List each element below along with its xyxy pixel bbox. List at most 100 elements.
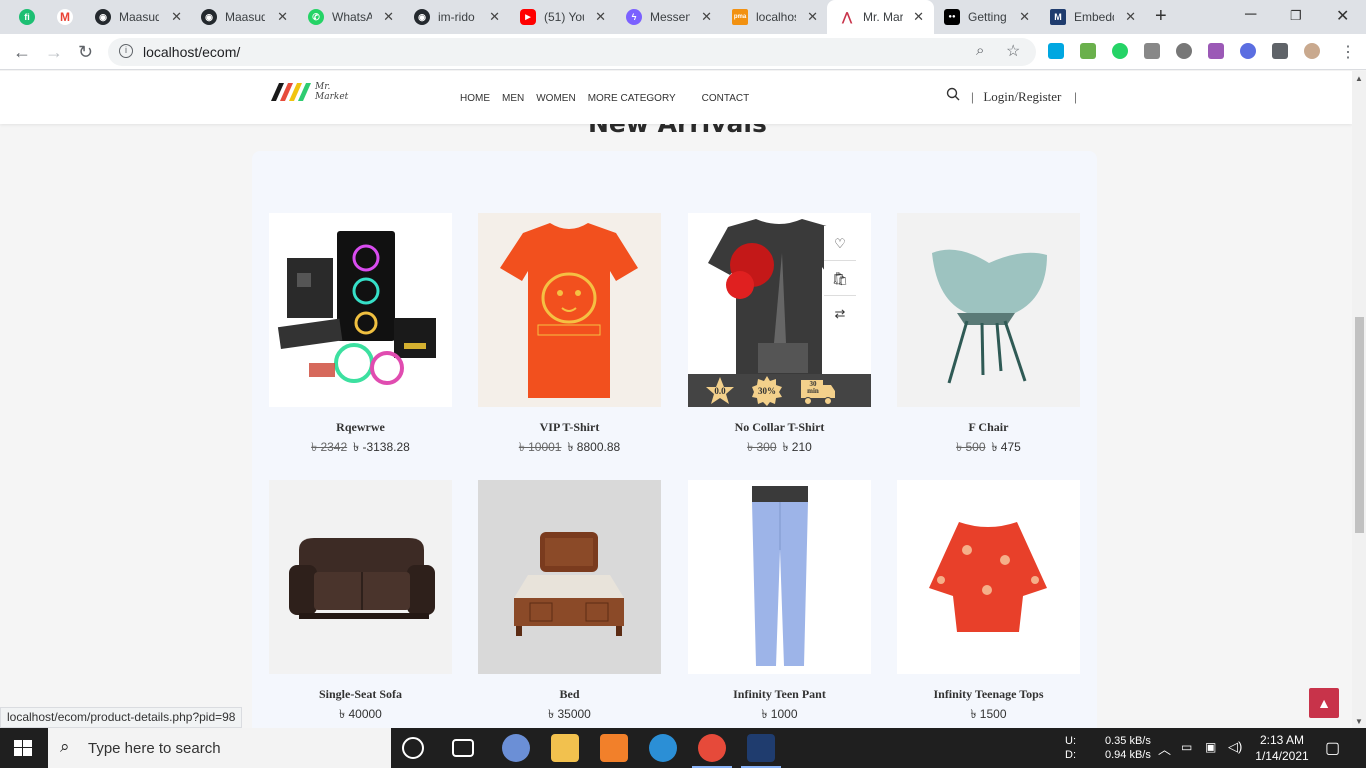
taskbar-search-box[interactable]: ⌕ Type here to search [48,728,391,768]
forward-arrow-icon[interactable]: → [45,42,63,63]
tab-close-icon[interactable]: ✕ [701,9,712,25]
edge-icon[interactable] [649,734,677,762]
nav-men[interactable]: MEN [502,93,524,104]
new-tab-plus-icon[interactable]: + [1155,5,1167,28]
old-price: ৳ 500 [956,440,986,454]
header-separator: | [971,89,974,104]
close-window-icon[interactable]: ✕ [1336,6,1349,26]
reload-icon[interactable]: ↻ [78,42,93,63]
site-header: Mr. Market HOME MEN WOMEN MORE CATEGORY … [0,71,1352,124]
product-image[interactable] [269,480,452,674]
minimize-icon[interactable]: ─ [1245,6,1256,24]
product-image[interactable] [478,213,661,407]
file-explorer-icon[interactable] [551,734,579,762]
wishlist-heart-icon[interactable]: ♡ [824,226,856,261]
volume-icon[interactable]: ◁) [1228,739,1242,755]
tab-close-icon[interactable]: ✕ [1125,9,1136,25]
nav-women[interactable]: WOMEN [536,93,575,104]
tab-close-icon[interactable]: ✕ [171,9,182,25]
cortana-icon[interactable] [402,737,424,759]
scroll-thumb[interactable] [1355,317,1364,533]
add-to-cart-bag-icon[interactable]: 🛍 [824,261,856,296]
network-icon[interactable]: ▣ [1205,740,1216,754]
product-name[interactable]: Bed [478,687,661,702]
extension-inbox-icon[interactable] [1080,43,1096,59]
tab-close-icon[interactable]: ✕ [489,9,500,25]
notifications-icon[interactable]: ▢ [1325,738,1340,758]
tab-close-icon[interactable]: ✕ [1019,9,1030,25]
tab-whatsapp[interactable]: ✆ WhatsA ✕ [298,0,404,34]
qbittorrent-icon[interactable] [502,734,530,762]
tab-label: localhos [756,10,796,24]
embed-app-icon[interactable] [741,734,781,768]
extension-s-icon[interactable] [1208,43,1224,59]
windows-start-icon[interactable] [14,740,32,756]
product-name[interactable]: F Chair [897,420,1080,435]
tab-github-3[interactable]: ◉ im-rido ✕ [404,0,510,34]
tab-github-1[interactable]: ◉ Maasuq ✕ [86,0,192,34]
tab-close-icon[interactable]: ✕ [595,9,606,25]
product-name[interactable]: Infinity Teenage Tops [897,687,1080,702]
tab-close-icon[interactable]: ✕ [277,9,288,25]
search-icon[interactable] [946,87,960,104]
nav-home[interactable]: HOME [460,93,490,104]
extension-whatsapp-icon[interactable] [1112,43,1128,59]
tab-close-icon[interactable]: ✕ [807,9,818,25]
back-arrow-icon[interactable]: ← [13,42,31,63]
tab-youtube[interactable]: ▶ (51) You ✕ [510,0,616,34]
product-image[interactable] [478,480,661,674]
profile-avatar[interactable] [1304,43,1320,59]
tab-fiverr[interactable]: fi [8,0,48,34]
product-image[interactable] [688,480,871,674]
nav-more-category[interactable]: MORE CATEGORY [588,93,676,104]
extension-puzzle-icon[interactable] [1144,43,1160,59]
tab-mr-market[interactable]: ⋀ Mr. Mar ✕ [827,0,934,34]
tab-close-icon[interactable]: ✕ [913,9,924,25]
clock[interactable]: 2:13 AM 1/14/2021 [1254,733,1310,763]
extension-shield-icon[interactable] [1048,43,1064,59]
product-image[interactable]: ♡ 🛍 ⇄ 0.0 30% 30 min [688,213,871,407]
extension-history-icon[interactable] [1176,43,1192,59]
compare-shuffle-icon[interactable]: ⇄ [824,296,856,331]
xampp-icon[interactable] [600,734,628,762]
zoom-icon[interactable]: ⌕ [976,42,984,59]
bookmark-star-icon[interactable]: ☆ [1006,41,1020,61]
tab-messenger[interactable]: ϟ Messen ✕ [616,0,722,34]
product-image[interactable] [269,213,452,407]
github-icon: ◉ [95,9,111,25]
product-name[interactable]: VIP T-Shirt [478,420,661,435]
restore-icon[interactable]: ❐ [1290,8,1302,24]
tab-phpmyadmin[interactable]: pma localhos ✕ [722,0,828,34]
scroll-down-arrow-icon[interactable]: ▼ [1355,717,1363,726]
url-text[interactable]: localhost/ecom/ [143,44,240,60]
chrome-icon[interactable] [692,734,732,768]
product-name[interactable]: Infinity Teen Pant [688,687,871,702]
site-logo[interactable]: Mr. Market [271,79,353,105]
scroll-up-arrow-icon[interactable]: ▲ [1355,74,1363,83]
omnibox[interactable]: i localhost/ecom/ ⌕ ☆ [108,38,1036,66]
nav-contact[interactable]: CONTACT [702,93,750,104]
product-price: ৳ 35000 [478,706,661,726]
site-info-icon[interactable]: i [119,44,133,58]
page-scrollbar[interactable]: ▲ ▼ [1352,71,1366,728]
tab-close-icon[interactable]: ✕ [383,9,394,25]
product-name[interactable]: Single-Seat Sofa [269,687,452,702]
extensions-menu-icon[interactable] [1272,43,1288,59]
back-to-top-button[interactable]: ▲ [1309,688,1339,718]
product-image[interactable] [897,480,1080,674]
task-view-icon[interactable] [452,739,474,757]
login-register-link[interactable]: | Login/Register | [971,89,1077,105]
product-name[interactable]: Rqewrwe [269,420,452,435]
tab-gmail[interactable]: M [48,0,84,34]
login-register-label[interactable]: Login/Register [983,89,1061,104]
product-image[interactable] [897,213,1080,407]
browser-menu-icon[interactable]: ⋮ [1340,42,1356,62]
battery-icon[interactable]: ▭ [1181,740,1192,754]
product-name[interactable]: No Collar T-Shirt [688,420,871,435]
extension-link-icon[interactable] [1240,43,1256,59]
tab-github-2[interactable]: ◉ Maasuq ✕ [192,0,298,34]
tray-chevron-up-icon[interactable]: ︿ [1158,739,1171,758]
youtube-icon: ▶ [520,9,536,25]
tab-medium[interactable]: ●● Getting ✕ [934,0,1040,34]
tab-embed[interactable]: M Embedd ✕ [1040,0,1146,34]
